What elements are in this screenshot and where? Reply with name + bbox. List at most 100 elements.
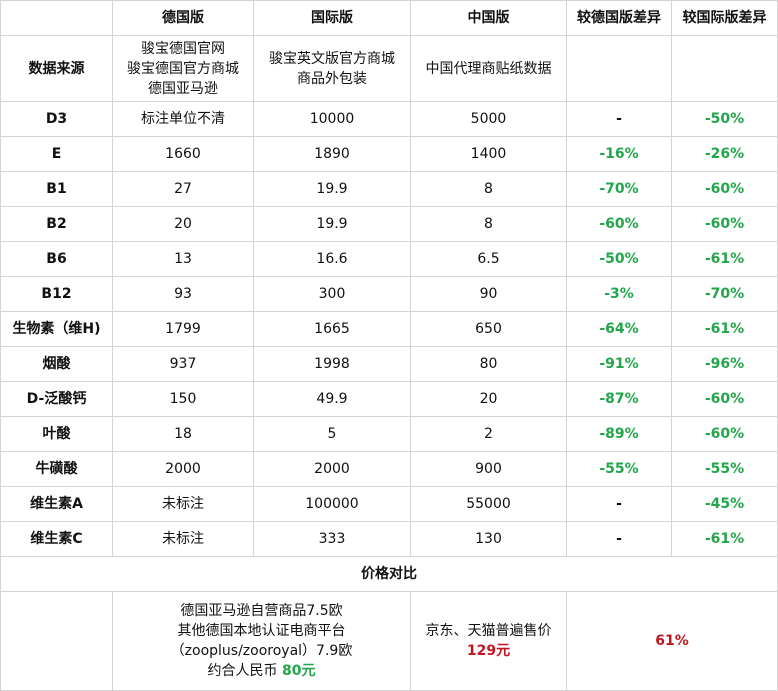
cell-diff-international: -26% [671, 136, 778, 172]
cell-diff-german: - [566, 101, 672, 137]
table-row: 烟酸 937 1998 80 -91% -96% [0, 346, 778, 382]
cell-diff-german: -60% [566, 206, 672, 242]
cell-china: 5000 [410, 101, 567, 137]
row-name: 牛磺酸 [0, 451, 113, 487]
cell-international: 16.6 [253, 241, 411, 277]
cell-china: 2 [410, 416, 567, 452]
cell-diff-german: -87% [566, 381, 672, 417]
cell-international: 100000 [253, 486, 411, 522]
source-german-line: 骏宝德国官网 [141, 40, 225, 57]
table-row: B2 20 19.9 8 -60% -60% [0, 206, 778, 242]
cell-german: 1660 [112, 136, 254, 172]
cell-china: 650 [410, 311, 567, 347]
cell-diff-international: -96% [671, 346, 778, 382]
cell-diff-german: - [566, 486, 672, 522]
cell-german: 标注单位不清 [112, 101, 254, 137]
price-german-line: （zooplus/zooroyal）7.9欧 [170, 643, 353, 659]
cell-german: 18 [112, 416, 254, 452]
cell-diff-german: -55% [566, 451, 672, 487]
cell-german: 937 [112, 346, 254, 382]
table-row: B1 27 19.9 8 -70% -60% [0, 171, 778, 207]
cell-german: 150 [112, 381, 254, 417]
cell-diff-international: -60% [671, 171, 778, 207]
header-china: 中国版 [410, 0, 567, 36]
cell-german: 1799 [112, 311, 254, 347]
cell-diff-german: -3% [566, 276, 672, 312]
cell-diff-international: -60% [671, 206, 778, 242]
cell-international: 49.9 [253, 381, 411, 417]
header-corner [0, 0, 113, 36]
cell-german: 未标注 [112, 521, 254, 557]
source-label: 数据来源 [0, 35, 113, 102]
price-diff: 61% [566, 591, 778, 691]
row-name: 维生素A [0, 486, 113, 522]
cell-international: 1665 [253, 311, 411, 347]
cell-international: 2000 [253, 451, 411, 487]
cell-diff-international: -50% [671, 101, 778, 137]
cell-china: 20 [410, 381, 567, 417]
row-name: B1 [0, 171, 113, 207]
cell-china: 80 [410, 346, 567, 382]
source-china: 中国代理商贴纸数据 [410, 35, 567, 102]
row-name: B2 [0, 206, 113, 242]
row-name: 维生素C [0, 521, 113, 557]
source-international-line: 商品外包装 [297, 70, 367, 87]
source-international-line: 骏宝英文版官方商城 [269, 50, 395, 67]
price-corner [0, 591, 113, 691]
table-row: 生物素（维H) 1799 1665 650 -64% -61% [0, 311, 778, 347]
price-german-rmb-prefix: 约合人民币 [207, 663, 282, 679]
cell-diff-german: -70% [566, 171, 672, 207]
header-diff-german: 较德国版差异 [566, 0, 672, 36]
table-row: 维生素A 未标注 100000 55000- -45% [0, 486, 778, 522]
price-row: 德国亚马逊自营商品7.5欧 其他德国本地认证电商平台 （zooplus/zoor… [0, 591, 778, 691]
table-row: B6 13 16.6 6.5 -50% -61% [0, 241, 778, 277]
cell-german: 20 [112, 206, 254, 242]
cell-china: 8 [410, 206, 567, 242]
cell-diff-german: -89% [566, 416, 672, 452]
price-german-rmb-value: 80元 [281, 663, 316, 679]
table-row: 牛磺酸 2000 2000 900 -55% -55% [0, 451, 778, 487]
price-german-rmb: 约合人民币 80元 [115, 661, 408, 681]
cell-german: 未标注 [112, 486, 254, 522]
header-international: 国际版 [253, 0, 411, 36]
cell-diff-international: -70% [671, 276, 778, 312]
cell-german: 13 [112, 241, 254, 277]
table-row: B12 93 300 90 -3% -70% [0, 276, 778, 312]
price-german-line: 德国亚马逊自营商品7.5欧 [180, 603, 343, 619]
price-china: 京东、天猫普遍售价 129元 [410, 591, 567, 691]
source-german-line: 骏宝德国官方商城 [127, 60, 239, 77]
cell-china: 8 [410, 171, 567, 207]
cell-german: 2000 [112, 451, 254, 487]
cell-diff-international: -61% [671, 311, 778, 347]
cell-international: 10000 [253, 101, 411, 137]
source-diff-international [671, 35, 778, 102]
cell-international: 333 [253, 521, 411, 557]
table-row: 维生素C 未标注 333 130- -61% [0, 521, 778, 557]
cell-diff-international: -61% [671, 241, 778, 277]
price-german: 德国亚马逊自营商品7.5欧 其他德国本地认证电商平台 （zooplus/zoor… [112, 591, 411, 691]
table-row: D-泛酸钙 150 49.9 20 -87% -60% [0, 381, 778, 417]
row-name: B6 [0, 241, 113, 277]
price-china-value: 129元 [466, 643, 511, 659]
row-name: 烟酸 [0, 346, 113, 382]
price-german-line: 其他德国本地认证电商平台 [177, 623, 346, 639]
cell-international: 1998 [253, 346, 411, 382]
cell-international: 1890 [253, 136, 411, 172]
cell-china: 130 [410, 521, 567, 557]
cell-international: 19.9 [253, 206, 411, 242]
cell-china: 1400 [410, 136, 567, 172]
table-row: 叶酸 18 5 2 -89% -60% [0, 416, 778, 452]
source-german: 骏宝德国官网 骏宝德国官方商城 德国亚马逊 [112, 35, 254, 102]
cell-china: 6.5 [410, 241, 567, 277]
section-title: 价格对比 [0, 556, 778, 592]
cell-diff-german: -16% [566, 136, 672, 172]
row-name: E [0, 136, 113, 172]
section-row: 价格对比 [0, 556, 778, 592]
table-row: D3 标注单位不清 10000 5000- -50% [0, 101, 778, 137]
row-name: D-泛酸钙 [0, 381, 113, 417]
cell-diff-international: -55% [671, 451, 778, 487]
source-german-line: 德国亚马逊 [148, 80, 218, 97]
header-german: 德国版 [112, 0, 254, 36]
comparison-table: 德国版 国际版 中国版 较德国版差异 较国际版差异 数据来源 骏宝德国官网 骏宝… [0, 0, 778, 691]
cell-china: 90 [410, 276, 567, 312]
